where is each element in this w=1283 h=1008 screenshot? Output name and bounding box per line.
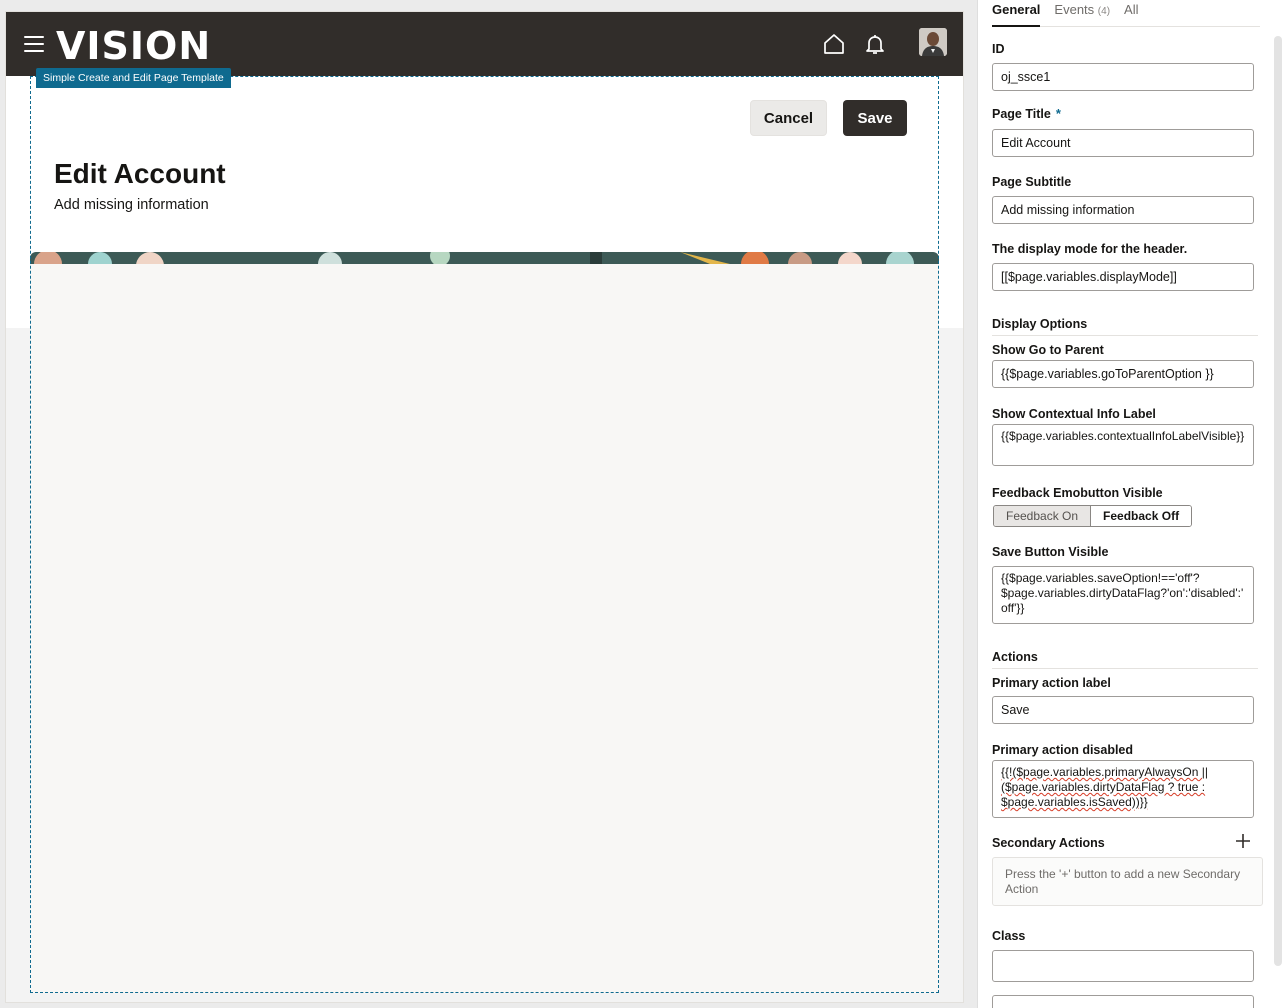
page-subtitle-label: Page Subtitle: [992, 175, 1072, 189]
tab-general[interactable]: General: [992, 0, 1041, 27]
save-visible-label: Save Button Visible: [992, 545, 1109, 559]
page-subtitle: Add missing information: [54, 197, 209, 213]
primary-disabled-field[interactable]: {{!($page.variables.primaryAlwaysOn ||($…: [992, 760, 1254, 818]
tab-general-label: General: [992, 2, 1041, 17]
designer-canvas: VISION Cancel Save Edit Account Add miss…: [0, 0, 977, 1008]
save-visible-field[interactable]: {{$page.variables.saveOption!=='off'?$pa…: [992, 566, 1254, 624]
header-banner-image: [30, 252, 939, 264]
secondary-actions-label: Secondary Actions: [992, 836, 1105, 850]
id-label: ID: [992, 42, 1005, 56]
bell-icon[interactable]: [863, 32, 887, 56]
page-title: Edit Account: [54, 158, 226, 189]
inspector-scrollbar[interactable]: [1274, 36, 1282, 966]
feedback-label: Feedback Emobutton Visible: [992, 486, 1163, 500]
go-to-parent-label: Show Go to Parent: [992, 343, 1104, 357]
page-title-field[interactable]: Edit Account: [992, 129, 1254, 157]
page-subtitle-field[interactable]: Add missing information: [992, 196, 1254, 224]
feedback-on-option[interactable]: Feedback On: [994, 506, 1092, 526]
contextual-info-label: Show Contextual Info Label: [992, 407, 1156, 421]
tab-all-label: All: [1124, 2, 1139, 17]
cancel-button[interactable]: Cancel: [750, 100, 827, 136]
inspector-tabs: General Events (4) All: [992, 0, 1260, 27]
display-options-header: Display Options: [992, 316, 1258, 336]
template-tag[interactable]: Simple Create and Edit Page Template: [36, 68, 231, 88]
feedback-off-option[interactable]: Feedback Off: [1091, 506, 1192, 526]
app-header: VISION: [6, 12, 963, 76]
property-inspector: General Events (4) All ID oj_ssce1 Page …: [977, 0, 1283, 1008]
tab-events[interactable]: Events (4): [1054, 0, 1110, 27]
class-label: Class: [992, 929, 1026, 943]
display-mode-field[interactable]: [[$page.variables.displayMode]]: [992, 263, 1254, 291]
page-title-label-text: Page Title: [992, 107, 1051, 121]
secondary-actions-hint: Press the '+' button to add a new Second…: [992, 857, 1263, 906]
id-field[interactable]: oj_ssce1: [992, 63, 1254, 91]
avatar[interactable]: [919, 28, 947, 56]
contextual-info-field[interactable]: {{$page.variables.contextualInfoLabelVis…: [992, 424, 1254, 466]
class-field[interactable]: [992, 950, 1254, 982]
home-icon[interactable]: [822, 32, 846, 56]
page-preview: VISION Cancel Save Edit Account Add miss…: [6, 12, 963, 1002]
primary-action-label: Primary action label: [992, 676, 1111, 690]
app-logo: VISION: [56, 24, 212, 64]
page-content-area: [30, 264, 939, 993]
tab-all[interactable]: All: [1124, 0, 1138, 27]
primary-action-field[interactable]: Save: [992, 696, 1254, 724]
required-indicator: *: [1055, 106, 1061, 121]
save-button[interactable]: Save: [843, 100, 907, 136]
feedback-toggle: Feedback On Feedback Off: [993, 505, 1193, 527]
add-icon[interactable]: [1234, 832, 1252, 850]
go-to-parent-field[interactable]: {{$page.variables.goToParentOption }}: [992, 360, 1254, 388]
display-mode-label: The display mode for the header.: [992, 242, 1188, 256]
menu-icon[interactable]: [24, 36, 44, 52]
primary-disabled-label: Primary action disabled: [992, 743, 1134, 757]
next-field[interactable]: [992, 995, 1254, 1008]
tab-events-count: (4): [1097, 6, 1111, 17]
actions-header: Actions: [992, 649, 1258, 669]
page-title-label: Page Title *: [992, 106, 1061, 122]
tab-events-label: Events: [1054, 2, 1095, 17]
